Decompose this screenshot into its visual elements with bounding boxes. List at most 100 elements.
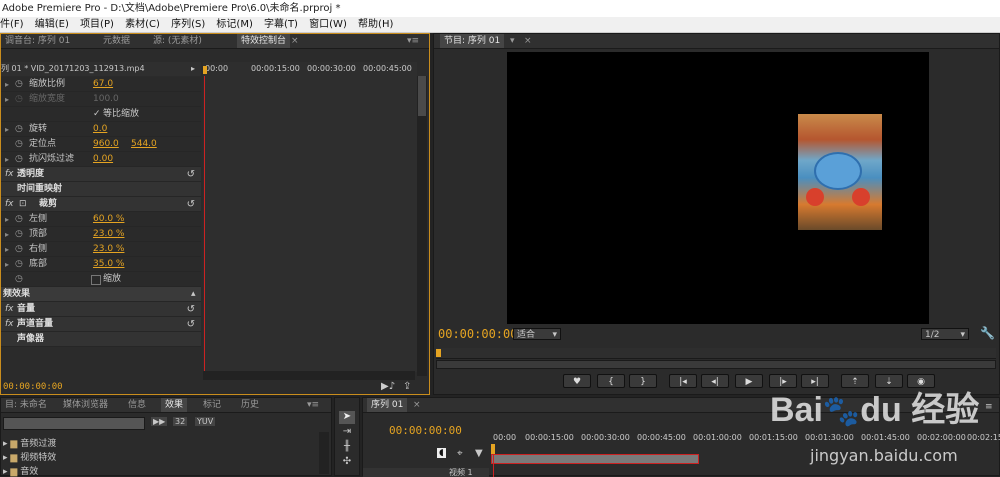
- expand-icon[interactable]: ▸: [5, 257, 9, 272]
- audio-icon[interactable]: ▶♪: [381, 381, 395, 392]
- stopwatch-icon[interactable]: ◷: [15, 257, 23, 272]
- marker-icon[interactable]: ⌖: [457, 448, 463, 459]
- scale-width-value[interactable]: 100.0: [93, 92, 119, 107]
- play-button[interactable]: ▶: [735, 374, 763, 388]
- fx-icon[interactable]: fx: [5, 167, 14, 182]
- accelerated-icon[interactable]: ▶▶: [151, 417, 168, 426]
- menu-title[interactable]: 字幕(T): [264, 19, 298, 30]
- rotation-value[interactable]: 0.0: [93, 122, 107, 137]
- menu-help[interactable]: 帮助(H): [358, 19, 393, 30]
- ripple-edit-tool-icon[interactable]: ╫: [339, 441, 355, 454]
- effect-mini-timeline[interactable]: 00:00 00:00:15:00 00:00:30:00 00:00:45:0…: [203, 62, 417, 372]
- effects-search-input[interactable]: [3, 417, 145, 430]
- snap-icon[interactable]: ◖: [437, 448, 446, 458]
- expand-icon[interactable]: ▸: [5, 227, 9, 242]
- menu-clip[interactable]: 素材(C): [125, 19, 160, 30]
- menu-sequence[interactable]: 序列(S): [171, 19, 205, 30]
- program-timecode[interactable]: 00:00:00:00: [438, 327, 517, 341]
- antiflicker-value[interactable]: 0.00: [93, 152, 113, 167]
- tab-history[interactable]: 历史: [237, 398, 263, 412]
- mark-in-button[interactable]: {: [597, 374, 625, 388]
- goto-in-button[interactable]: |◂: [669, 374, 697, 388]
- anchor-y-value[interactable]: 544.0: [131, 137, 157, 152]
- close-icon[interactable]: ×: [524, 34, 532, 48]
- scale-value[interactable]: 67.0: [93, 77, 113, 92]
- expand-icon[interactable]: ▸: [5, 212, 9, 227]
- 32bit-icon[interactable]: 32: [173, 417, 188, 426]
- scroll-thumb[interactable]: [418, 76, 426, 116]
- crop-box-icon[interactable]: ⊡: [19, 197, 27, 212]
- uniform-checkbox[interactable]: ✓: [93, 107, 101, 122]
- tab-media-browser[interactable]: 媒体浏览器: [59, 398, 112, 412]
- menu-file[interactable]: 件(F): [0, 19, 24, 30]
- tab-dropdown-icon[interactable]: ▾: [510, 34, 515, 48]
- menu-project[interactable]: 项目(P): [80, 19, 114, 30]
- yuv-icon[interactable]: YUV: [195, 417, 216, 426]
- row-audio-effects[interactable]: 频效果 ▴: [1, 287, 201, 302]
- vertical-scrollbar[interactable]: [417, 76, 427, 376]
- close-icon[interactable]: ×: [413, 398, 421, 412]
- add-marker-button[interactable]: ♥: [563, 374, 591, 388]
- folder-item[interactable]: ▸ ▆ 音效: [3, 464, 38, 477]
- row-channel-volume[interactable]: fx 声道音量 ↺: [1, 317, 201, 332]
- stopwatch-icon[interactable]: ◷: [15, 242, 23, 257]
- work-area-bar[interactable]: [491, 454, 699, 464]
- fx-icon[interactable]: fx: [5, 302, 14, 317]
- stopwatch-icon[interactable]: ◷: [15, 77, 23, 92]
- horizontal-scrollbar[interactable]: [203, 371, 415, 380]
- menu-marker[interactable]: 标记(M): [216, 19, 252, 30]
- monitor-playhead[interactable]: [436, 349, 441, 357]
- fit-dropdown[interactable]: 适合 ▾: [513, 328, 561, 340]
- stopwatch-icon[interactable]: ◷: [15, 122, 23, 137]
- track-select-tool-icon[interactable]: ⇥: [339, 426, 355, 439]
- folder-item[interactable]: ▸ ▆ 音频过渡: [3, 436, 56, 449]
- export-icon[interactable]: ⇪: [403, 381, 411, 392]
- expand-icon[interactable]: ▸: [5, 77, 9, 92]
- tab-effect-controls[interactable]: 特效控制台: [237, 34, 291, 48]
- monitor-ruler[interactable]: [436, 348, 996, 359]
- expand-icon[interactable]: ▸: [5, 92, 9, 107]
- folder-item[interactable]: ▸ ▆ 视频特效: [3, 450, 56, 463]
- anchor-x-value[interactable]: 960.0: [93, 137, 119, 152]
- sequence-playhead[interactable]: [491, 444, 495, 454]
- effect-timecode[interactable]: 00:00:00:00: [3, 382, 63, 392]
- row-crop[interactable]: fx ⊡ 裁剪 ↺: [1, 197, 201, 212]
- step-back-button[interactable]: ◂|: [701, 374, 729, 388]
- panel-menu-icon[interactable]: ▾≡: [407, 34, 419, 48]
- zoom-checkbox[interactable]: [91, 275, 101, 285]
- stopwatch-icon[interactable]: ◷: [15, 137, 23, 152]
- expand-icon[interactable]: ▸: [5, 242, 9, 257]
- fx-icon[interactable]: fx: [5, 317, 14, 332]
- tab-mixer[interactable]: 调音台: 序列 01: [1, 34, 74, 48]
- fx-icon[interactable]: fx: [5, 197, 14, 212]
- playhead-marker[interactable]: [203, 66, 207, 74]
- bottom-value[interactable]: 35.0 %: [93, 257, 124, 272]
- menu-window[interactable]: 窗口(W): [309, 19, 347, 30]
- tab-info[interactable]: 信息: [124, 398, 150, 412]
- reset-icon[interactable]: ↺: [187, 302, 195, 317]
- selection-tool-icon[interactable]: ➤: [339, 411, 355, 424]
- row-volume[interactable]: fx 音量 ↺: [1, 302, 201, 317]
- resolution-dropdown[interactable]: 1/2 ▾: [921, 328, 969, 340]
- mark-out-button[interactable]: }: [629, 374, 657, 388]
- collapse-up-icon[interactable]: ▴: [191, 287, 196, 302]
- stopwatch-icon[interactable]: ◷: [15, 212, 23, 227]
- mini-ruler[interactable]: 00:00 00:00:15:00 00:00:30:00 00:00:45:0…: [203, 62, 417, 76]
- right-value[interactable]: 23.0 %: [93, 242, 124, 257]
- tab-project[interactable]: 目: 未命名: [1, 398, 51, 412]
- tab-markers[interactable]: 标记: [199, 398, 225, 412]
- expand-icon[interactable]: ▸: [3, 453, 8, 463]
- stopwatch-icon[interactable]: ◷: [15, 92, 23, 107]
- monitor-zoom-bar[interactable]: [436, 360, 996, 369]
- tab-effects[interactable]: 效果: [161, 398, 188, 412]
- expand-icon[interactable]: ▸: [5, 122, 9, 137]
- reset-icon[interactable]: ↺: [187, 197, 195, 212]
- row-opacity[interactable]: fx 透明度 ↺: [1, 167, 201, 182]
- row-time-remap[interactable]: 时间重映射: [1, 182, 201, 197]
- expand-icon[interactable]: ▸: [3, 439, 8, 449]
- tab-sequence[interactable]: 序列 01: [367, 398, 408, 412]
- tab-metadata[interactable]: 元数据: [99, 34, 134, 48]
- top-value[interactable]: 23.0 %: [93, 227, 124, 242]
- wrench-icon[interactable]: 🔧: [980, 326, 995, 340]
- play-arrow-icon[interactable]: ▸: [191, 62, 195, 76]
